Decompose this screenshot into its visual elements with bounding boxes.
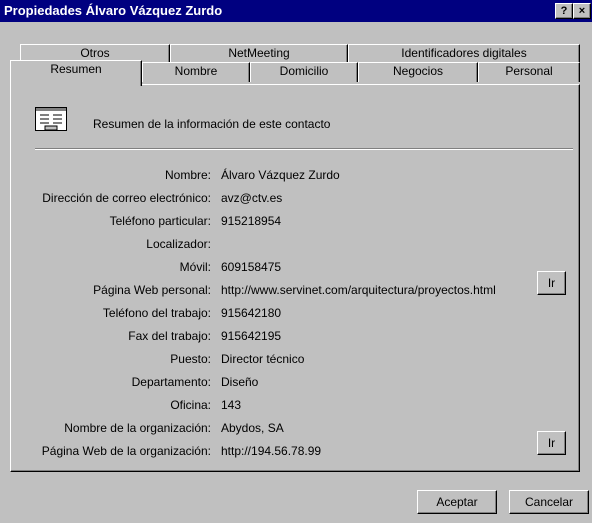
tab-identificadores-digitales[interactable]: Identificadores digitales [348,44,580,62]
tab-label: Identificadores digitales [401,46,527,60]
cancel-button[interactable]: Cancelar [509,490,589,514]
tab-domicilio[interactable]: Domicilio [250,62,358,82]
field-label-puesto: Puesto: [170,352,211,366]
field-value-organizacion: Abydos, SA [221,421,284,435]
field-value-movil: 609158475 [221,260,282,274]
field-value-telefono-particular: 915218954 [221,214,282,228]
field-label-email: Dirección de correo electrónico: [42,191,211,205]
help-button[interactable]: ? [555,3,573,19]
field-label-web-organizacion: Página Web de la organización: [41,444,211,458]
tab-label: Nombre [174,64,218,78]
properties-dialog: Propiedades Álvaro Vázquez Zurdo ? × Otr… [0,0,592,523]
window-title: Propiedades Álvaro Vázquez Zurdo [4,3,223,18]
field-value-fax-trabajo: 915642195 [221,329,282,343]
tab-label: NetMeeting [228,46,290,60]
tab-label: Otros [80,46,110,60]
field-label-telefono-particular: Teléfono particular: [109,214,211,228]
field-value-departamento: Diseño [221,375,259,389]
title-bar[interactable]: Propiedades Álvaro Vázquez Zurdo ? × [0,0,592,22]
tab-negocios[interactable]: Negocios [358,62,478,82]
separator [35,148,573,150]
field-label-movil: Móvil: [179,260,211,274]
tab-resumen[interactable]: Resumen [10,60,142,86]
field-label-nombre: Nombre: [164,168,211,182]
field-value-nombre: Álvaro Vázquez Zurdo [221,168,340,182]
field-label-web-personal: Página Web personal: [93,283,211,297]
tab-label: Personal [505,64,553,78]
field-label-localizador: Localizador: [146,237,211,251]
contact-card-icon [35,107,67,131]
field-label-organizacion: Nombre de la organización: [64,421,211,435]
field-value-oficina: 143 [221,398,242,412]
summary-heading: Resumen de la información de este contac… [93,117,331,131]
field-label-fax-trabajo: Fax del trabajo: [128,329,211,343]
field-value-email: avz@ctv.es [221,191,283,205]
field-label-telefono-trabajo: Teléfono del trabajo: [102,306,211,320]
tab-netmeeting[interactable]: NetMeeting [170,44,348,62]
close-button[interactable]: × [573,3,591,19]
accept-button[interactable]: Aceptar [417,490,497,514]
field-value-web-organizacion: http://194.56.78.99 [221,444,322,458]
tab-label: Resumen [50,62,102,76]
go-personal-web-button[interactable]: Ir [537,271,566,295]
field-label-departamento: Departamento: [131,375,211,389]
go-organization-web-button[interactable]: Ir [537,431,566,455]
tab-label: Domicilio [279,64,329,78]
field-value-web-personal: http://www.servinet.com/arquitectura/pro… [221,283,496,297]
summary-panel: Resumen de la información de este contac… [10,84,580,472]
tab-label: Negocios [392,64,444,78]
field-label-oficina: Oficina: [170,398,211,412]
field-value-telefono-trabajo: 915642180 [221,306,282,320]
field-value-puesto: Director técnico [221,352,305,366]
tab-nombre[interactable]: Nombre [142,62,250,82]
tab-personal[interactable]: Personal [478,62,580,82]
